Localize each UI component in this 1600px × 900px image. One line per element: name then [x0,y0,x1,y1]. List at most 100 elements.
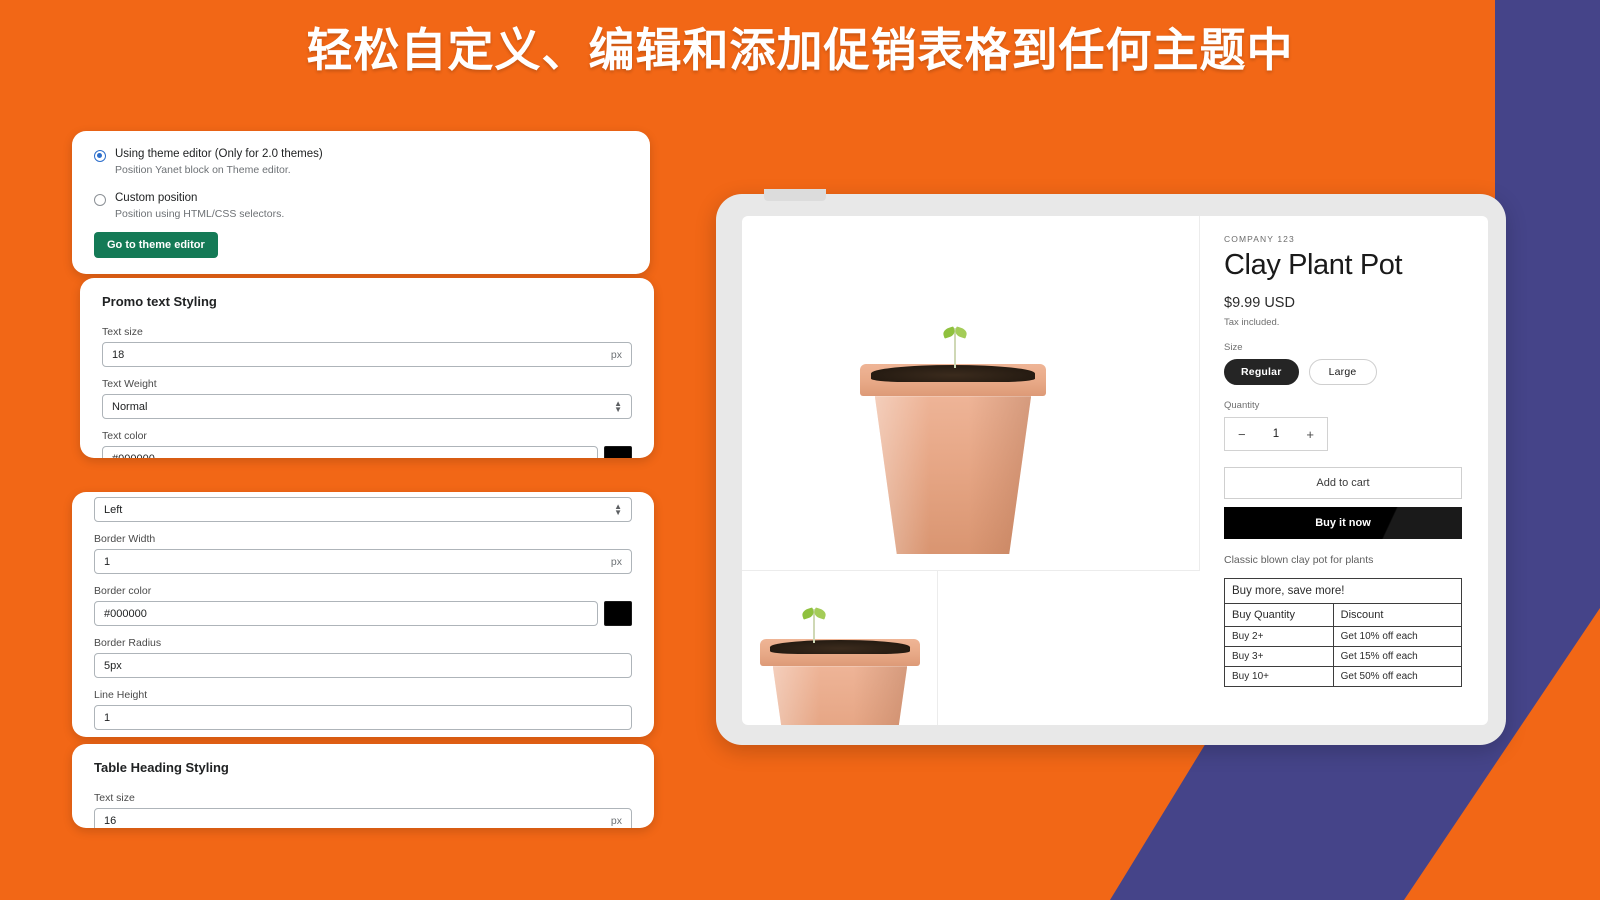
input-line-height[interactable]: 1 [94,705,632,730]
promo-text-styling-card: Promo text Styling Text size 18 px Text … [80,278,654,458]
pot-shading [874,396,1032,554]
table-row: Buy 10+ Get 50% off each [1224,666,1463,687]
label-border-color: Border color [94,585,152,597]
value-promo-text-weight: Normal [112,400,148,413]
quantity-increase-button[interactable]: + [1306,428,1314,441]
field-border-radius: Border Radius 5px [94,637,632,678]
clay-pot-illustration [860,364,1046,554]
product-gallery [742,216,1200,725]
input-border-width[interactable]: 1 px [94,549,632,574]
label-promo-text-size: Text size [102,326,143,338]
value-promo-text-color: #000000 [112,453,155,459]
radio-label-custom-position: Custom position [115,191,198,204]
size-option-regular[interactable]: Regular [1224,359,1299,385]
storefront-preview-screen: COMPANY 123 Clay Plant Pot $9.99 USD Tax… [742,216,1488,725]
pot-shading [772,666,908,725]
promo-header-discount: Discount [1332,603,1463,627]
border-settings-card: Left ▲ ▼ Border Width 1 px Border color #… [72,492,654,737]
product-info-panel: COMPANY 123 Clay Plant Pot $9.99 USD Tax… [1200,216,1488,725]
table-row: Buy 3+ Get 15% off each [1224,646,1463,667]
color-swatch-promo-text[interactable] [604,446,632,458]
label-border-width: Border Width [94,533,156,545]
label-border-radius: Border Radius [94,637,162,649]
position-settings-card: Using theme editor (Only for 2.0 themes)… [72,131,650,274]
field-promo-text-color: Text color #000000 [102,430,632,458]
suffix-px: px [610,555,622,568]
page-title: 轻松自定义、编辑和添加促销表格到任何主题中 [306,24,1294,76]
chevron-updown-icon: ▲ ▼ [614,501,622,517]
field-alignment: Left ▲ ▼ [94,497,632,522]
table-row: Buy 2+ Get 10% off each [1224,626,1463,647]
size-option-group: Regular Large [1224,359,1462,385]
input-promo-text-color[interactable]: #000000 [102,446,598,458]
label-heading-text-size: Text size [94,792,135,804]
product-price: $9.99 USD [1224,295,1295,311]
input-heading-text-size[interactable]: 16 px [94,808,632,828]
radio-option-theme-editor[interactable]: Using theme editor (Only for 2.0 themes) [94,147,628,162]
field-line-height: Line Height 1 [94,689,632,730]
value-border-radius: 5px [104,659,122,672]
product-description: Classic blown clay pot for plants [1224,554,1374,566]
color-swatch-border[interactable] [604,601,632,626]
field-promo-text-size: Text size 18 px [102,326,632,367]
buy-it-now-button[interactable]: Buy it now [1224,507,1462,539]
promo-cell-discount: Get 15% off each [1332,646,1463,667]
field-heading-text-size: Text size 16 px [94,792,632,828]
promo-cell-quantity: Buy 10+ [1224,666,1334,687]
select-alignment[interactable]: Left ▲ ▼ [94,497,632,522]
radio-icon-unselected[interactable] [94,193,106,206]
promo-cell-discount: Get 50% off each [1332,666,1463,687]
product-thumbnail-image[interactable] [742,571,938,725]
value-line-height: 1 [104,711,111,724]
value-promo-text-size: 18 [112,348,125,361]
sprout-leaf-right [953,326,969,339]
promo-banner-stage: 轻松自定义、编辑和添加促销表格到任何主题中 Using theme editor… [0,0,1600,900]
promo-header-quantity: Buy Quantity [1224,603,1334,627]
size-option-large[interactable]: Large [1308,359,1377,385]
promo-discount-table: Buy more, save more! Buy Quantity Discou… [1224,578,1463,687]
tablet-camera-notch [764,189,826,201]
product-vendor: COMPANY 123 [1224,234,1295,244]
input-border-radius[interactable]: 5px [94,653,632,678]
table-heading-title: Table Heading Styling [94,760,229,775]
promo-cell-discount: Get 10% off each [1332,626,1463,647]
radio-help-theme-editor: Position Yanet block on Theme editor. [115,164,291,176]
tax-note: Tax included. [1224,317,1280,328]
value-heading-text-size: 16 [104,814,117,827]
quantity-stepper[interactable]: − 1 + [1224,417,1328,451]
field-promo-text-weight: Text Weight Normal ▲ ▼ [102,378,632,419]
promo-cell-quantity: Buy 3+ [1224,646,1334,667]
field-border-width: Border Width 1 px [94,533,632,574]
chevron-updown-icon: ▲ ▼ [614,398,622,414]
table-heading-styling-card: Table Heading Styling Text size 16 px [72,744,654,828]
sprout-illustration [941,326,969,368]
sprout-thumbnail [800,607,828,643]
value-border-color: #000000 [104,607,147,620]
go-to-theme-editor-button[interactable]: Go to theme editor [94,232,218,259]
radio-icon-selected[interactable] [94,150,106,162]
input-promo-text-size[interactable]: 18 px [102,342,632,367]
sprout-leaf-right [812,607,828,620]
promo-table-header-row: Buy Quantity Discount [1224,603,1463,627]
radio-help-custom-position: Position using HTML/CSS selectors. [115,207,285,220]
size-label: Size [1224,342,1243,353]
product-title: Clay Plant Pot [1224,249,1403,281]
label-line-height: Line Height [94,689,148,701]
label-promo-text-weight: Text Weight [102,378,157,390]
add-to-cart-button[interactable]: Add to cart [1224,467,1462,499]
field-border-color: Border color #000000 [94,585,632,626]
radio-option-custom-position[interactable]: Custom position [94,191,628,206]
suffix-px: px [610,348,622,361]
promo-table-title-row: Buy more, save more! [1224,578,1462,604]
quantity-value[interactable]: 1 [1273,428,1279,440]
promo-styling-title: Promo text Styling [102,294,217,309]
promo-table-title: Buy more, save more! [1224,578,1462,604]
input-border-color[interactable]: #000000 [94,601,598,626]
product-main-image[interactable] [742,216,1200,571]
select-promo-text-weight[interactable]: Normal ▲ ▼ [102,394,632,419]
quantity-label: Quantity [1224,400,1260,411]
pot-soil [769,639,911,655]
promo-cell-quantity: Buy 2+ [1224,626,1334,647]
label-promo-text-color: Text color [102,430,147,442]
quantity-decrease-button[interactable]: − [1238,428,1246,441]
